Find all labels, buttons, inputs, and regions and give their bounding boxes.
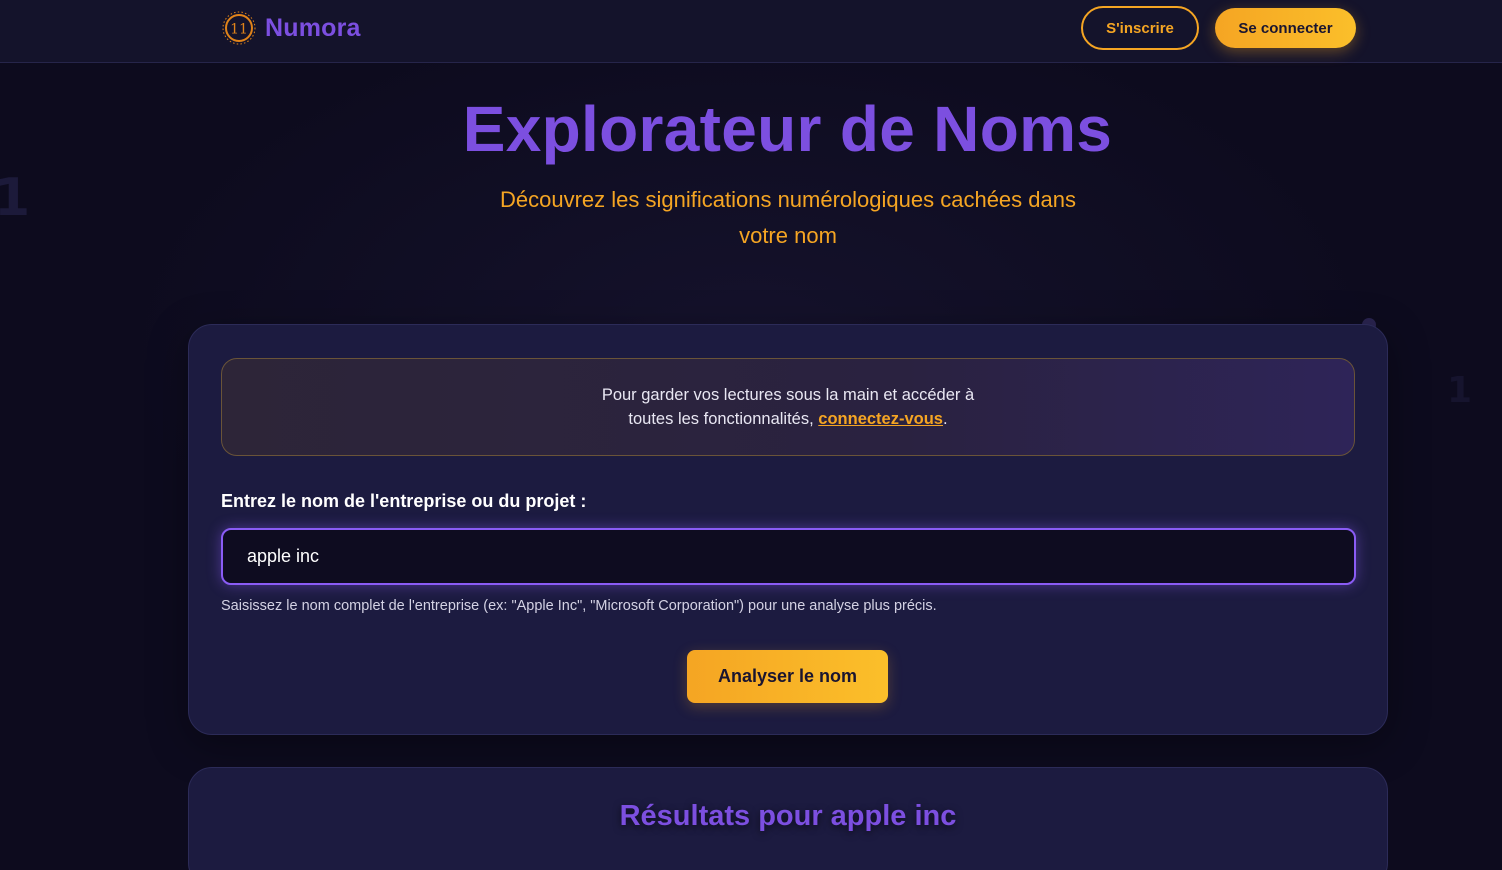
analyze-name-button[interactable]: Analyser le nom [687, 650, 888, 703]
top-navbar: 11 Numora S'inscrire Se connecter [0, 0, 1502, 63]
company-name-input[interactable] [221, 528, 1356, 585]
name-field-hint: Saisissez le nom complet de l'entreprise… [221, 598, 937, 614]
login-button[interactable]: Se connecter [1215, 8, 1356, 48]
page-subtitle: Découvrez les significations numérologiq… [500, 187, 1076, 248]
svg-text:11: 11 [230, 22, 248, 38]
brand-home-link[interactable]: 11 Numora [221, 10, 361, 46]
login-notice-banner: Pour garder vos lectures sous la main et… [221, 358, 1355, 456]
page-title: Explorateur de Noms [462, 93, 1113, 165]
brand-name: Numora [265, 13, 361, 42]
results-title: Résultats pour apple inc [619, 800, 957, 832]
background-numeral: 1 [0, 168, 31, 228]
results-card: Résultats pour apple inc [188, 767, 1388, 870]
numora-logo-icon: 11 [222, 11, 256, 45]
name-analysis-form-card: Pour garder vos lectures sous la main et… [188, 324, 1388, 735]
signup-button[interactable]: S'inscrire [1081, 6, 1199, 50]
login-link[interactable]: connectez-vous [818, 410, 943, 428]
login-notice-text: Pour garder vos lectures sous la main et… [601, 386, 975, 428]
background-numeral: 1 [1446, 370, 1472, 411]
name-field-label: Entrez le nom de l'entreprise ou du proj… [221, 491, 587, 511]
